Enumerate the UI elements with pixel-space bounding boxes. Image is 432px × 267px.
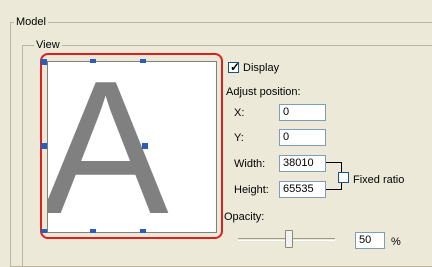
fixed-ratio-checkbox[interactable] [338, 172, 349, 183]
model-legend: Model [14, 16, 48, 29]
width-label: Width: [234, 158, 266, 170]
resize-handle-top-center[interactable] [90, 59, 96, 63]
x-input[interactable]: 0 [279, 104, 326, 121]
resize-handle-bottom-left[interactable] [41, 229, 47, 233]
y-label: Y: [234, 132, 244, 144]
resize-handle-middle-left[interactable] [41, 143, 47, 149]
height-input[interactable]: 65535 [279, 181, 326, 198]
resize-handle-bottom-right[interactable] [140, 229, 146, 233]
resize-handle-middle-right[interactable] [142, 143, 148, 149]
resize-handle-bottom-center[interactable] [90, 229, 96, 233]
view-legend: View [34, 39, 62, 52]
display-label[interactable]: Display [243, 62, 279, 75]
height-label: Height: [234, 184, 269, 196]
display-checkbox[interactable]: ✓ [228, 60, 241, 74]
preview-canvas[interactable]: A [47, 61, 217, 233]
y-input[interactable]: 0 [279, 129, 326, 146]
width-input[interactable]: 38010 [279, 155, 326, 172]
fixed-ratio-label[interactable]: Fixed ratio [353, 174, 404, 187]
adjust-position-title: Adjust position: [226, 86, 301, 98]
x-label: X: [234, 107, 245, 119]
resize-handle-top-left[interactable] [41, 59, 47, 65]
checkmark-icon: ✓ [230, 60, 241, 74]
preview-glyph: A [47, 61, 169, 233]
ratio-link-bracket-bottom [326, 182, 342, 190]
opacity-input[interactable]: 50 [355, 232, 385, 249]
opacity-unit: % [391, 236, 401, 248]
opacity-slider-thumb[interactable] [285, 230, 293, 248]
resize-handle-top-right[interactable] [140, 59, 146, 63]
opacity-label: Opacity: [224, 211, 265, 223]
